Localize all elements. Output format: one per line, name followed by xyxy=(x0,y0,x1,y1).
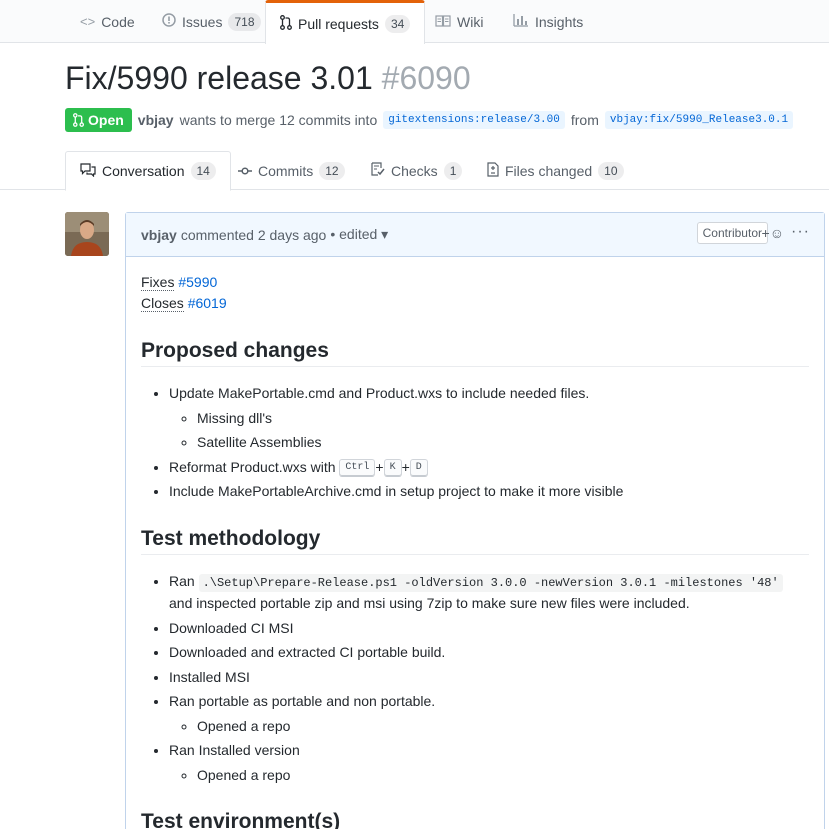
list-item-text: Ran Installed version xyxy=(169,742,300,758)
tab-code-label: Code xyxy=(101,13,135,30)
pr-author-link[interactable]: vbjay xyxy=(138,112,174,128)
tab-pull-requests[interactable]: Pull requests 34 xyxy=(265,0,426,44)
files-changed-count: 10 xyxy=(598,161,624,180)
tab-code[interactable]: <> Code xyxy=(80,0,135,43)
head-branch[interactable]: vbjay:fix/5990_Release3.0.1 xyxy=(604,111,794,129)
edited-dropdown[interactable]: • edited ▾ xyxy=(330,226,388,243)
tab-conversation[interactable]: Conversation 14 xyxy=(65,151,231,191)
proposed-changes-list: Update MakePortable.cmd and Product.wxs … xyxy=(141,383,809,502)
kbd-ctrl: Ctrl xyxy=(339,458,376,477)
graph-icon xyxy=(513,13,529,30)
pr-title-text: Fix/5990 release 3.01 xyxy=(65,60,373,96)
more-options-icon[interactable]: ··· xyxy=(791,223,810,241)
list-item: Opened a repo xyxy=(197,765,809,786)
comment-author-link[interactable]: vbjay xyxy=(141,227,177,243)
tab-files-changed[interactable]: Files changed 10 xyxy=(487,151,624,190)
fixes-label: Fixes xyxy=(141,274,175,291)
base-branch[interactable]: gitextensions:release/3.00 xyxy=(383,111,565,129)
conversation-count: 14 xyxy=(190,162,216,180)
list-item-text: Update MakePortable.cmd and Product.wxs … xyxy=(169,385,590,401)
repo-nav: <> Code Issues 718 Pull requests 34 Wiki… xyxy=(0,0,829,44)
tab-commits-label: Commits xyxy=(258,162,314,179)
pull-request-icon xyxy=(73,113,84,127)
tab-insights-label: Insights xyxy=(535,13,584,30)
tab-checks[interactable]: Checks 1 xyxy=(371,151,463,190)
list-item-text: Reformat Product.wxs with xyxy=(169,458,336,475)
comment-discussion-icon xyxy=(80,162,96,180)
tab-issues-label: Issues xyxy=(182,13,223,30)
tab-insights[interactable]: Insights xyxy=(513,0,583,43)
commits-count: 12 xyxy=(319,161,345,180)
kbd-plus: + xyxy=(375,458,384,475)
code-icon: <> xyxy=(80,14,96,29)
status-badge-label: Open xyxy=(88,112,124,128)
tab-files-changed-label: Files changed xyxy=(505,162,593,179)
book-icon xyxy=(435,14,451,30)
test-environment-heading: Test environment(s) xyxy=(141,811,809,829)
sub-list: Missing dll's Satellite Assemblies xyxy=(169,408,809,453)
list-item: Include MakePortableArchive.cmd in setup… xyxy=(169,481,809,502)
issue-icon xyxy=(162,13,176,30)
closes-label: Closes xyxy=(141,295,184,312)
inline-code: .\Setup\Prepare-Release.ps1 -oldVersion … xyxy=(198,573,783,592)
list-item: Installed MSI xyxy=(169,667,809,688)
list-item-text: inspected portable zip and msi using 7zi… xyxy=(196,595,690,611)
pr-tabs: Conversation 14 Commits 12 Checks 1 File… xyxy=(0,151,829,191)
list-item: Reformat Product.wxs with Ctrl+K+D xyxy=(169,457,809,478)
list-item: Satellite Assemblies xyxy=(197,432,809,453)
test-methodology-heading: Test methodology xyxy=(141,528,809,555)
issue-link-6019[interactable]: #6019 xyxy=(188,295,227,311)
list-item: Ran .\Setup\Prepare-Release.ps1 -oldVers… xyxy=(169,571,809,614)
list-item-text: Ran portable as portable and non portabl… xyxy=(169,693,436,709)
kbd-d: D xyxy=(409,458,428,477)
comment-body: Fixes #5990 Closes #6019 Proposed change… xyxy=(126,257,824,829)
test-methodology-list: Ran .\Setup\Prepare-Release.ps1 -oldVers… xyxy=(141,571,809,786)
comment-timestamp[interactable]: commented 2 days ago xyxy=(181,227,327,243)
issues-count: 718 xyxy=(228,12,261,31)
sub-list: Opened a repo xyxy=(169,716,809,737)
list-item: Downloaded and extracted CI portable bui… xyxy=(169,642,809,663)
pr-number: #6090 xyxy=(381,60,471,96)
pr-meta: Open vbjay wants to merge 12 commits int… xyxy=(65,108,794,132)
tab-wiki-label: Wiki xyxy=(457,13,484,30)
tab-pull-requests-label: Pull requests xyxy=(298,15,379,32)
sub-list: Opened a repo xyxy=(169,765,809,786)
checks-count: 1 xyxy=(443,161,463,180)
tab-wiki[interactable]: Wiki xyxy=(435,0,483,43)
tab-conversation-label: Conversation xyxy=(102,163,185,179)
merge-text: wants to merge 12 commits into xyxy=(179,112,378,128)
tab-issues[interactable]: Issues 718 xyxy=(162,0,261,43)
comment-header: vbjay commented 2 days ago • edited ▾ Co… xyxy=(126,213,824,257)
list-item: Opened a repo xyxy=(197,716,809,737)
pull-request-icon xyxy=(280,14,292,33)
list-item-text: Ran xyxy=(169,572,195,589)
add-reaction-icon[interactable]: +☺ xyxy=(762,225,784,241)
proposed-changes-heading: Proposed changes xyxy=(141,340,809,367)
closes-line: Closes #6019 xyxy=(141,293,809,314)
list-item-text: and xyxy=(169,595,193,611)
list-item: Update MakePortable.cmd and Product.wxs … xyxy=(169,383,809,453)
checklist-icon xyxy=(371,162,385,179)
from-text: from xyxy=(570,112,599,128)
git-commit-icon xyxy=(238,163,252,179)
fixes-line: Fixes #5990 xyxy=(141,272,809,293)
file-diff-icon xyxy=(487,161,499,180)
list-item: Ran Installed version Opened a repo xyxy=(169,740,809,785)
list-item: Downloaded CI MSI xyxy=(169,618,809,639)
comment-box: vbjay commented 2 days ago • edited ▾ Co… xyxy=(125,212,825,829)
kbd-plus: + xyxy=(401,458,410,475)
issue-link-5990[interactable]: #5990 xyxy=(178,274,217,290)
list-item: Missing dll's xyxy=(197,408,809,429)
status-badge: Open xyxy=(65,108,132,132)
tab-commits[interactable]: Commits 12 xyxy=(238,151,345,190)
page-title: Fix/5990 release 3.01 #6090 xyxy=(65,60,471,97)
tab-checks-label: Checks xyxy=(391,162,438,179)
pull-requests-count: 34 xyxy=(384,14,411,33)
list-item: Ran portable as portable and non portabl… xyxy=(169,691,809,736)
kbd-k: K xyxy=(383,458,402,477)
avatar[interactable] xyxy=(65,212,109,256)
contributor-badge: Contributor xyxy=(696,222,768,244)
